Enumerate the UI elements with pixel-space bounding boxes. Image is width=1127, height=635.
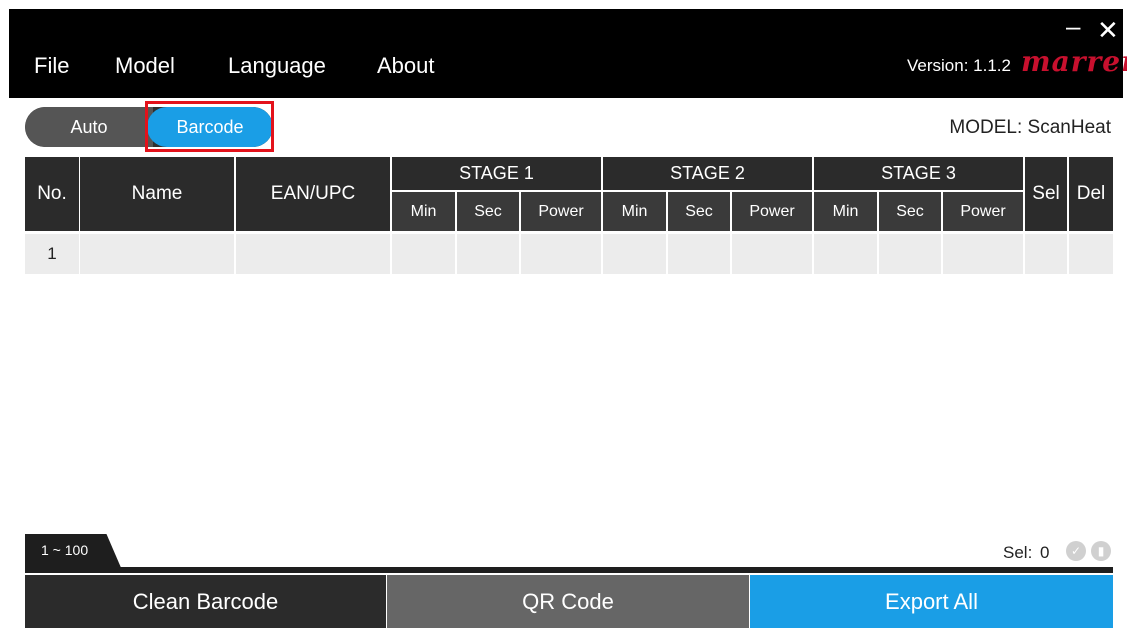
header-no: No. (25, 157, 79, 231)
menu-language[interactable]: Language (228, 53, 326, 79)
page-tab-1-100[interactable]: 1 ~ 100 (25, 534, 122, 570)
header-stage-1: STAGE 1 (392, 157, 601, 190)
header-name: Name (80, 157, 234, 231)
selection-count: 0 (1040, 543, 1050, 562)
row-1-name[interactable] (80, 234, 234, 274)
row-1-stage1-min[interactable] (392, 234, 455, 274)
row-1-sel[interactable] (1025, 234, 1067, 274)
model-label: MODEL: ScanHeat (949, 117, 1111, 138)
header-stage-3: STAGE 3 (814, 157, 1023, 190)
highlight-annotation (145, 101, 274, 152)
trash-circle-icon[interactable]: ▮ (1091, 541, 1111, 561)
tab-divider (25, 567, 1113, 573)
clean-barcode-button[interactable]: Clean Barcode (25, 575, 386, 628)
header-stage1-min: Min (392, 192, 455, 231)
header-stage2-power: Power (732, 192, 812, 231)
row-1-del[interactable] (1069, 234, 1113, 274)
header-stage2-min: Min (603, 192, 666, 231)
header-stage2-sec: Sec (668, 192, 730, 231)
row-1-stage2-min[interactable] (603, 234, 666, 274)
row-1-stage3-min[interactable] (814, 234, 877, 274)
header-stage3-min: Min (814, 192, 877, 231)
header-stage-2: STAGE 2 (603, 157, 812, 190)
row-1-stage3-power[interactable] (943, 234, 1023, 274)
title-bar: – ✕ File Model Language About Version: 1… (9, 9, 1127, 98)
brand-logo: marren (1021, 45, 1127, 78)
mode-auto-button[interactable]: Auto (25, 107, 153, 147)
header-stage1-power: Power (521, 192, 601, 231)
row-1-stage1-sec[interactable] (457, 234, 519, 274)
menu-about[interactable]: About (377, 53, 435, 79)
row-1-ean[interactable] (236, 234, 390, 274)
menu-model[interactable]: Model (115, 53, 175, 79)
header-stage3-sec: Sec (879, 192, 941, 231)
row-1-stage2-sec[interactable] (668, 234, 730, 274)
header-stage1-sec: Sec (457, 192, 519, 231)
export-all-button[interactable]: Export All (750, 575, 1113, 628)
close-button[interactable]: ✕ (1097, 17, 1119, 43)
header-sel: Sel (1025, 157, 1067, 231)
version-label: Version: 1.1.2 (907, 56, 1011, 75)
minimize-button[interactable]: – (1066, 13, 1080, 39)
row-1-stage2-power[interactable] (732, 234, 812, 274)
row-1-stage1-power[interactable] (521, 234, 601, 274)
qr-code-button[interactable]: QR Code (387, 575, 749, 628)
selection-label: Sel: (1003, 543, 1033, 562)
menu-file[interactable]: File (34, 53, 69, 79)
header-del: Del (1069, 157, 1113, 231)
check-circle-icon[interactable]: ✓ (1066, 541, 1086, 561)
row-1-stage3-sec[interactable] (879, 234, 941, 274)
header-stage3-power: Power (943, 192, 1023, 231)
row-1-no: 1 (25, 234, 79, 274)
header-ean-upc: EAN/UPC (236, 157, 390, 231)
